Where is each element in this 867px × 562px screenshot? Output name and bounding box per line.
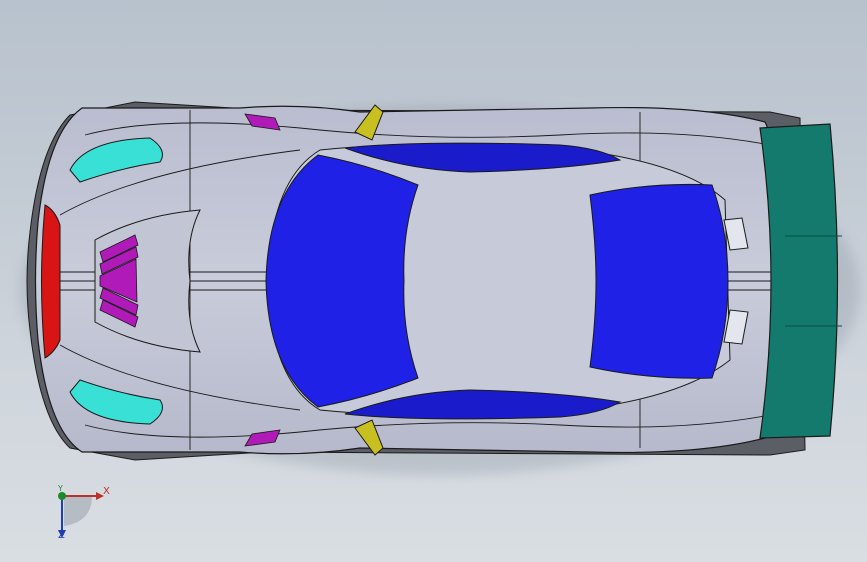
rear-wing[interactable]	[759, 123, 839, 439]
hood-vent	[99, 234, 139, 328]
triad-y-label: Y	[58, 484, 63, 493]
graphics-viewport[interactable]: X Y Z	[0, 0, 867, 562]
triad-x-label: X	[103, 486, 110, 497]
car-model-top-view[interactable]	[0, 0, 867, 562]
windshield[interactable]	[265, 154, 419, 408]
triad-shadow	[64, 496, 92, 526]
front-light-red	[41, 204, 61, 359]
rear-window[interactable]	[589, 183, 729, 379]
triad-z-label: Z	[58, 530, 65, 541]
